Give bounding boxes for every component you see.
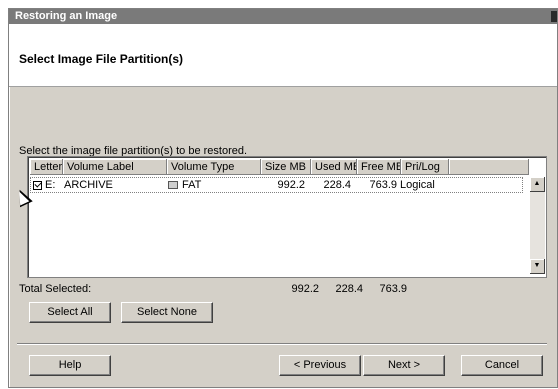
volume-type-label: FAT: [182, 179, 202, 191]
column-header-volume-label[interactable]: Volume Label: [63, 159, 167, 175]
scroll-down-icon[interactable]: ▼: [530, 259, 545, 274]
cell-letter: E:: [45, 179, 56, 191]
total-used: 228.4: [335, 283, 363, 295]
cancel-button[interactable]: Cancel: [461, 355, 543, 376]
drive-icon: [168, 181, 178, 189]
window-title: Restoring an Image: [15, 10, 118, 22]
column-header-used[interactable]: Used MB: [311, 159, 357, 175]
partition-list[interactable]: Letter Volume Label Volume Type Size MB …: [27, 156, 547, 278]
restore-image-dialog: Restoring an Image Select Image File Par…: [8, 8, 558, 388]
vertical-scrollbar[interactable]: ▲ ▼: [530, 177, 545, 274]
next-button[interactable]: Next >: [363, 355, 445, 376]
table-row[interactable]: E: ARCHIVE FAT 992.2 228.4 763.9 Logical: [30, 177, 523, 193]
previous-button[interactable]: < Previous: [279, 355, 361, 376]
column-header-volume-type[interactable]: Volume Type: [167, 159, 261, 175]
cell-pri-log: Logical: [400, 179, 435, 191]
help-button[interactable]: Help: [29, 355, 111, 376]
total-selected-label: Total Selected:: [19, 283, 92, 295]
cell-free: 763.9: [369, 179, 397, 191]
wizard-header: Select Image File Partition(s): [9, 24, 557, 87]
column-header-free[interactable]: Free MB: [357, 159, 401, 175]
column-header-letter[interactable]: Letter: [30, 159, 63, 175]
select-all-button[interactable]: Select All: [29, 302, 111, 323]
cell-size: 992.2: [277, 179, 305, 191]
column-header-size[interactable]: Size MB: [261, 159, 311, 175]
footer-separator: [17, 343, 547, 345]
cell-volume-label: ARCHIVE: [64, 179, 113, 191]
cell-used: 228.4: [323, 179, 351, 191]
total-free: 763.9: [379, 283, 407, 295]
title-bar: Restoring an Image: [9, 9, 557, 24]
column-header-pri-log[interactable]: Pri/Log: [401, 159, 449, 175]
column-header-spacer: [449, 159, 529, 175]
scroll-up-icon[interactable]: ▲: [530, 177, 545, 192]
partition-checkbox[interactable]: [33, 181, 42, 190]
title-bar-edge: [551, 11, 557, 22]
select-none-button[interactable]: Select None: [121, 302, 213, 323]
total-size: 992.2: [291, 283, 319, 295]
page-title: Select Image File Partition(s): [19, 52, 184, 66]
